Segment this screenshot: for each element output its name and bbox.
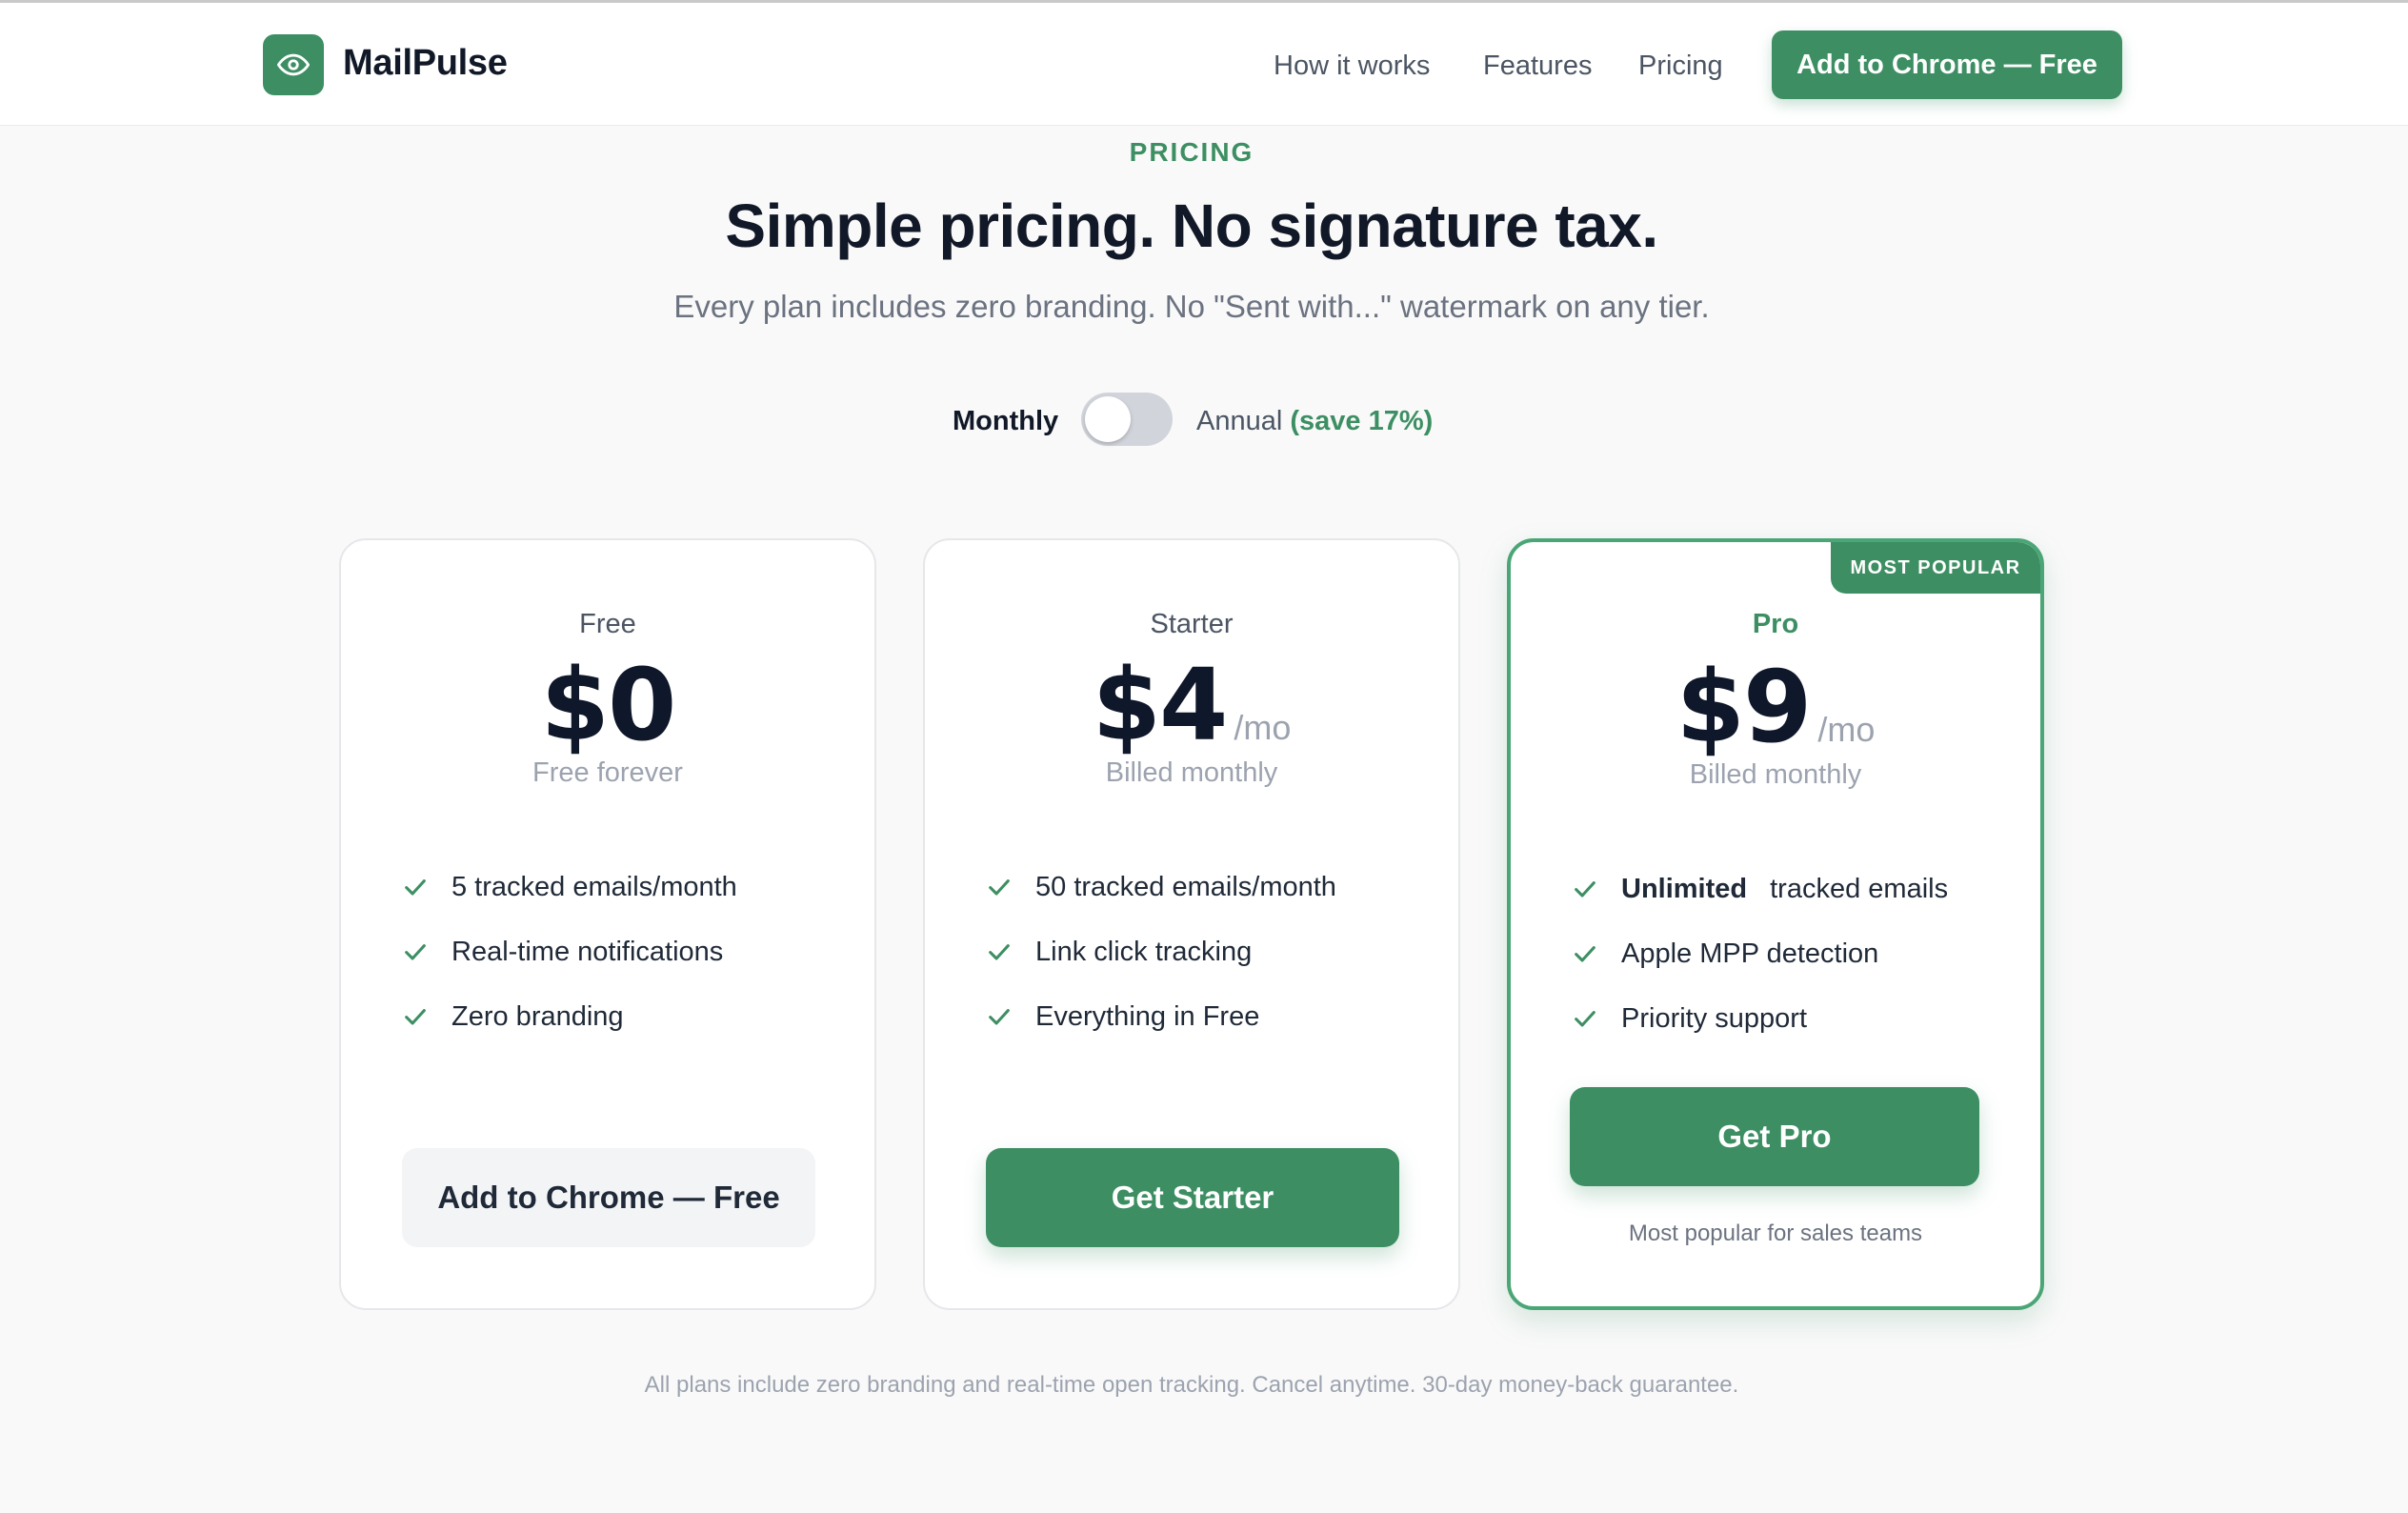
pricing-footnote: All plans include zero branding and real…: [644, 1372, 1739, 1398]
feature-strong-text: Unlimited: [1621, 873, 1748, 904]
plan-price: $4: [1092, 647, 1229, 763]
annual-label[interactable]: Annual (save 17%): [1196, 406, 1433, 437]
feature-item: 5 tracked emails/month: [402, 855, 737, 919]
feature-list: Unlimited tracked emails Apple MPP detec…: [1572, 857, 1948, 1051]
check-icon: [405, 1009, 426, 1025]
logo[interactable]: [263, 34, 324, 95]
feature-item: Apple MPP detection: [1572, 921, 1948, 986]
feature-text: 50 tracked emails/month: [1035, 871, 1336, 902]
feature-text: Link click tracking: [1035, 936, 1253, 967]
pro-cta-note: Most popular for sales teams: [1628, 1220, 1923, 1246]
plan-price: $0: [540, 647, 677, 763]
feature-text: Real-time notifications: [452, 936, 724, 967]
check-icon: [989, 944, 1010, 960]
feature-text: Apple MPP detection: [1621, 938, 1879, 969]
plan-name: Starter: [1150, 609, 1234, 639]
feature-item: Zero branding: [402, 984, 737, 1049]
feature-item: Link click tracking: [986, 919, 1336, 984]
check-icon: [1575, 881, 1595, 898]
billing-toggle[interactable]: [1081, 393, 1173, 446]
page-subtitle: Every plan includes zero branding. No "S…: [673, 289, 1710, 324]
annual-save-text: (save 17%): [1290, 406, 1434, 436]
get-starter-button[interactable]: Get Starter: [986, 1148, 1399, 1247]
feature-item: Everything in Free: [986, 984, 1336, 1049]
check-icon: [1575, 946, 1595, 962]
feature-item: 50 tracked emails/month: [986, 855, 1336, 919]
section-eyebrow: PRICING: [1129, 137, 1254, 167]
check-icon: [405, 944, 426, 960]
free-cta-button[interactable]: Add to Chrome — Free: [402, 1148, 815, 1247]
feature-item: Priority support: [1572, 986, 1948, 1051]
price-period: /mo: [1817, 710, 1876, 749]
plan-card-free: Free $0 Free forever 5 tracked emails/mo…: [339, 538, 876, 1310]
eye-icon: [277, 53, 310, 76]
feature-text: Priority support: [1621, 1002, 1808, 1034]
billing-toggle-row: Monthly Annual (save 17%): [0, 393, 2408, 450]
plan-price: $9: [1676, 649, 1813, 765]
nav-link-features[interactable]: Features: [1483, 50, 1592, 82]
price-note: Free forever: [532, 757, 683, 788]
check-icon: [1575, 1011, 1595, 1027]
feature-text: Everything in Free: [1035, 1000, 1260, 1032]
check-icon: [989, 1009, 1010, 1025]
most-popular-badge: MOST POPULAR: [1831, 542, 2040, 594]
price-row: $0: [341, 647, 874, 763]
feature-text: tracked emails: [1770, 873, 1949, 904]
feature-list: 50 tracked emails/month Link click track…: [986, 855, 1336, 1049]
navbar: MailPulse How it works Features Pricing …: [0, 3, 2408, 126]
plan-name: Pro: [1752, 609, 1799, 639]
feature-list: 5 tracked emails/month Real-time notific…: [402, 855, 737, 1049]
feature-item: Real-time notifications: [402, 919, 737, 984]
price-note: Billed monthly: [1689, 759, 1862, 790]
brand-name[interactable]: MailPulse: [343, 43, 508, 84]
feature-text: 5 tracked emails/month: [452, 871, 737, 902]
nav-link-pricing[interactable]: Pricing: [1638, 50, 1723, 82]
monthly-label[interactable]: Monthly: [953, 406, 1058, 437]
feature-text: Zero branding: [452, 1000, 624, 1032]
nav-link-how-it-works[interactable]: How it works: [1274, 50, 1430, 82]
plan-card-starter: Starter $4/mo Billed monthly 50 tracked …: [923, 538, 1460, 1310]
plan-card-pro: MOST POPULAR Pro $9/mo Billed monthly Un…: [1507, 538, 2044, 1310]
price-period: /mo: [1234, 708, 1292, 747]
toggle-knob: [1085, 396, 1131, 442]
price-row: $9/mo: [1511, 649, 2040, 765]
add-to-chrome-button[interactable]: Add to Chrome — Free: [1772, 30, 2122, 99]
plan-name: Free: [579, 609, 636, 639]
get-pro-button[interactable]: Get Pro: [1570, 1087, 1979, 1186]
check-icon: [989, 879, 1010, 896]
annual-text: Annual: [1196, 406, 1283, 436]
price-note: Billed monthly: [1105, 757, 1278, 788]
feature-item: Unlimited tracked emails: [1572, 857, 1948, 921]
page-title: Simple pricing. No signature tax.: [725, 192, 1658, 260]
price-row: $4/mo: [925, 647, 1458, 763]
check-icon: [405, 879, 426, 896]
